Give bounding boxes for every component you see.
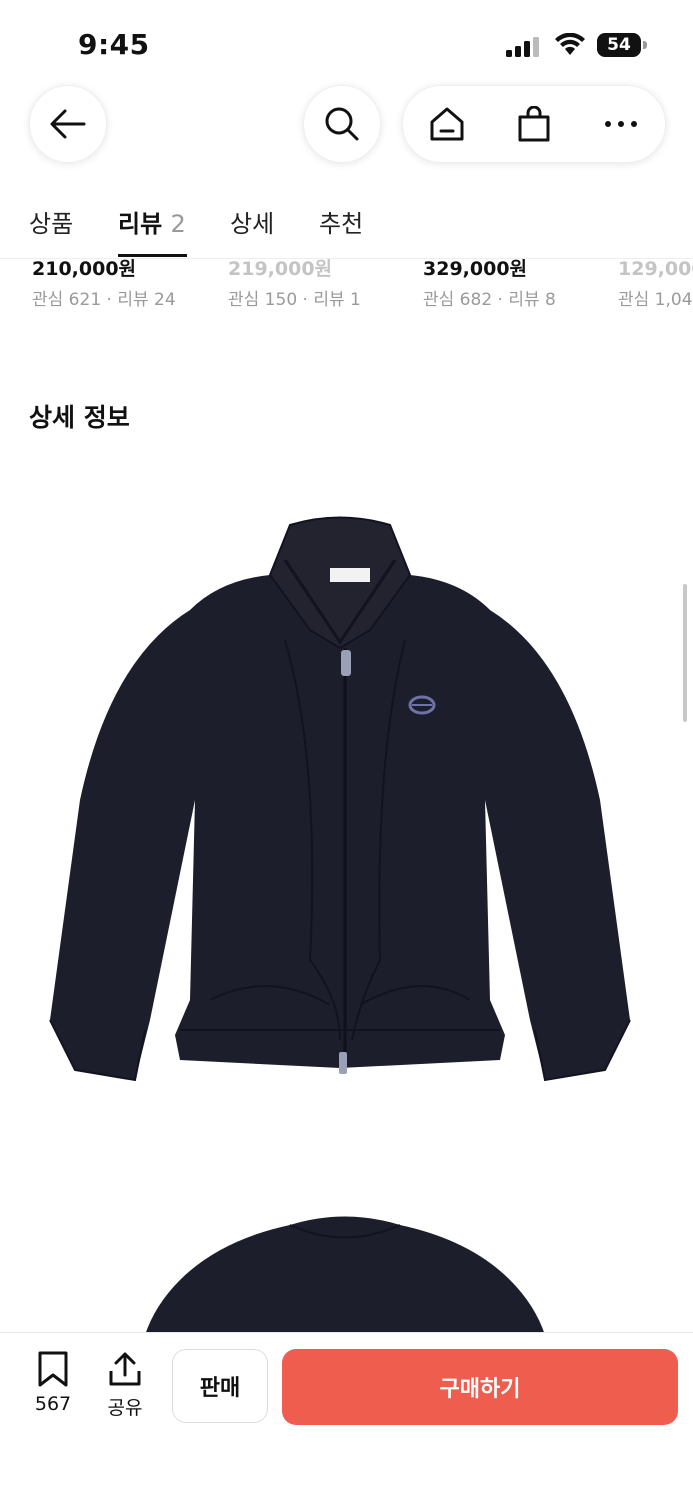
tab-label: 추천 — [319, 210, 364, 238]
product-detail-image-2 — [145, 1216, 545, 1335]
arrow-left-icon — [50, 109, 86, 139]
bookmark-button[interactable]: 567 — [30, 1351, 76, 1415]
status-bar: 9:45 54 — [0, 0, 693, 90]
tab-bar: 상품 리뷰 2 상세 추천 — [0, 196, 693, 259]
tab-details[interactable]: 상세 — [230, 204, 274, 239]
tab-products[interactable]: 상품 — [29, 204, 73, 239]
bottom-action-bar: 567 공유 판매 구매하기 — [0, 1332, 693, 1501]
product-meta: 관심 1,04 — [618, 290, 693, 310]
product-detail-image — [49, 516, 631, 1082]
back-button[interactable] — [29, 85, 107, 163]
product-card[interactable]: 210,000원 관심 621 · 리뷰 24 — [32, 254, 176, 310]
more-horizontal-icon — [605, 121, 638, 127]
product-price: 219,000원 — [228, 258, 333, 280]
detail-section-title: 상세 정보 — [29, 403, 130, 432]
product-meta: 관심 621 · 리뷰 24 — [32, 290, 176, 310]
nav-action-group — [402, 85, 666, 163]
tab-reviews[interactable]: 리뷰 2 — [118, 204, 186, 239]
tab-recommendations[interactable]: 추천 — [319, 204, 363, 239]
recommended-products: 210,000원 관심 621 · 리뷰 24 219,000원 관심 150 … — [0, 254, 693, 314]
tab-label: 상품 — [29, 210, 74, 238]
share-icon — [109, 1352, 141, 1386]
product-card[interactable]: 129,000원 관심 1,04 — [618, 254, 693, 310]
status-time: 9:45 — [78, 28, 150, 61]
product-card[interactable]: 329,000원 관심 682 · 리뷰 8 — [423, 254, 556, 310]
product-price: 129,000원 — [618, 258, 693, 280]
cart-button[interactable] — [499, 94, 569, 154]
share-button[interactable]: 공유 — [102, 1351, 148, 1420]
buy-button[interactable]: 구매하기 — [282, 1349, 678, 1425]
home-icon — [430, 107, 464, 141]
cellular-signal-icon — [506, 37, 539, 57]
bookmark-icon — [38, 1351, 68, 1387]
tab-label: 리뷰 — [118, 210, 163, 238]
wifi-icon — [555, 33, 585, 55]
product-card[interactable]: 219,000원 관심 150 · 리뷰 1 — [228, 254, 361, 310]
search-icon — [325, 107, 359, 141]
scroll-indicator[interactable] — [683, 584, 687, 722]
search-button[interactable] — [303, 85, 381, 163]
tab-label: 상세 — [230, 210, 275, 238]
home-button[interactable] — [412, 94, 482, 154]
sell-button[interactable]: 판매 — [172, 1349, 268, 1423]
share-label: 공유 — [107, 1397, 143, 1419]
more-button[interactable] — [586, 94, 656, 154]
tab-count: 2 — [170, 210, 186, 238]
shopping-bag-icon — [518, 106, 550, 142]
product-price: 329,000원 — [423, 258, 528, 280]
battery-nub — [643, 41, 647, 49]
product-price: 210,000원 — [32, 258, 137, 280]
product-meta: 관심 682 · 리뷰 8 — [423, 290, 556, 310]
bookmark-count: 567 — [34, 1393, 72, 1415]
product-meta: 관심 150 · 리뷰 1 — [228, 290, 361, 310]
battery-icon: 54 — [597, 33, 641, 57]
